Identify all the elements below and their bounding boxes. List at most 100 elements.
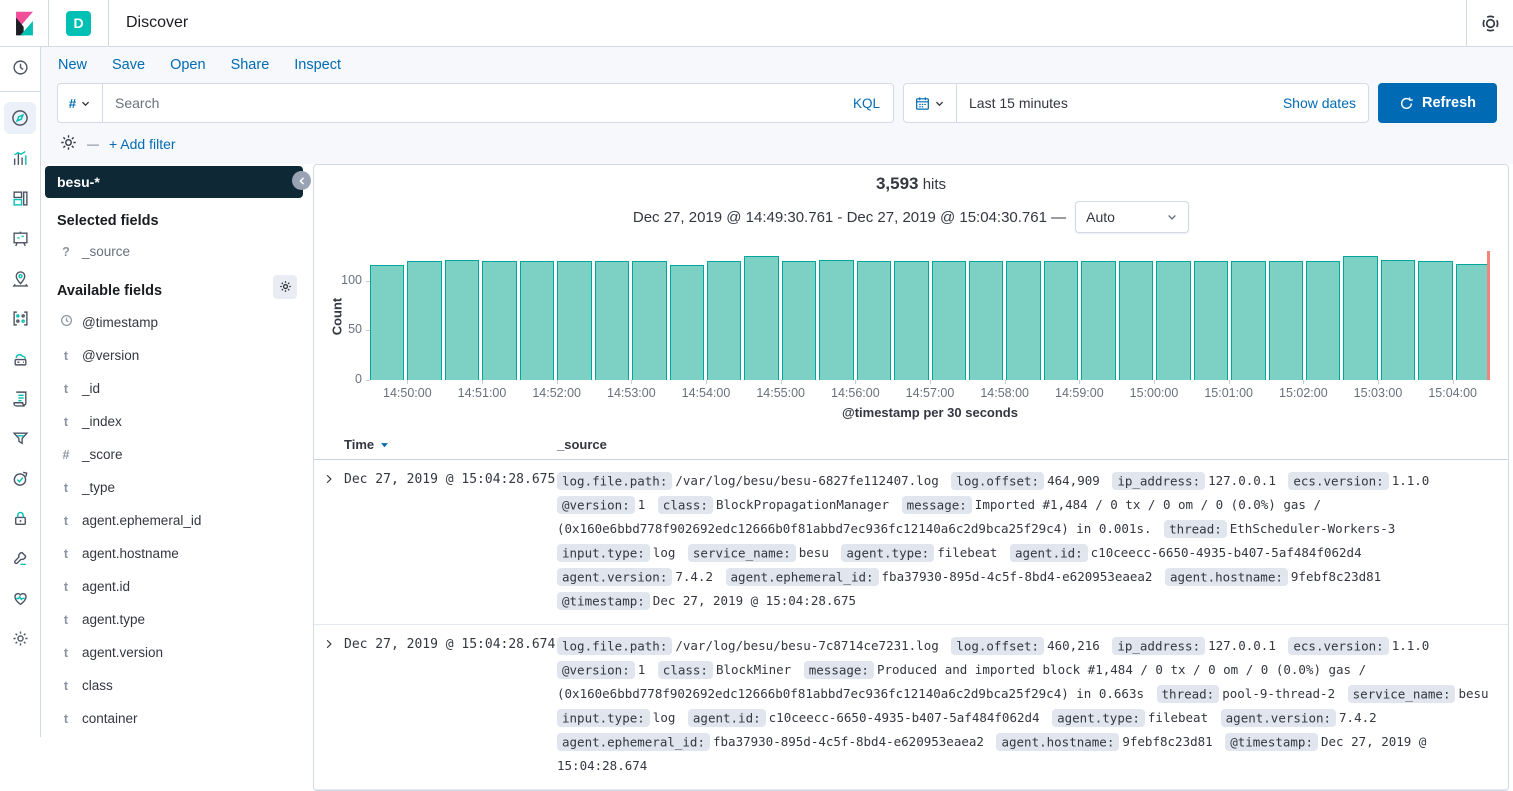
menu-share-button[interactable]: Share xyxy=(231,57,270,73)
histogram-bar[interactable] xyxy=(1044,261,1078,380)
histogram-bar[interactable] xyxy=(595,261,629,380)
histogram-bar[interactable] xyxy=(670,265,704,380)
nav-canvas[interactable] xyxy=(4,222,36,254)
field-item-container[interactable]: tcontainer xyxy=(45,702,303,735)
histogram-bar[interactable] xyxy=(707,261,741,380)
histogram-plot[interactable] xyxy=(370,251,1490,380)
field-item-agent.version[interactable]: tagent.version xyxy=(45,636,303,669)
field-item-_score[interactable]: #_score xyxy=(45,438,303,471)
field-item-@version[interactable]: t@version xyxy=(45,339,303,372)
field-item-agent.hostname[interactable]: tagent.hostname xyxy=(45,537,303,570)
nav-apm[interactable] xyxy=(4,422,36,454)
menu-save-button[interactable]: Save xyxy=(112,57,145,73)
histogram-bar[interactable] xyxy=(1006,261,1040,380)
search-input[interactable] xyxy=(103,84,840,122)
show-dates-button[interactable]: Show dates xyxy=(1271,84,1368,122)
nav-maps[interactable] xyxy=(4,262,36,294)
kibana-logo[interactable] xyxy=(0,10,48,37)
index-pattern-selector[interactable]: besu-* xyxy=(45,166,303,198)
nav-machine-learning[interactable] xyxy=(4,302,36,334)
expand-row-button[interactable] xyxy=(314,634,344,778)
menu-inspect-button[interactable]: Inspect xyxy=(294,57,341,73)
field-key-badge: @version: xyxy=(557,496,635,514)
nav-stack-monitoring[interactable] xyxy=(4,582,36,614)
nav-rail xyxy=(0,47,41,737)
x-tick-mark xyxy=(557,380,558,384)
field-key-badge: ecs.version: xyxy=(1288,472,1388,490)
histogram-bar[interactable] xyxy=(744,256,778,380)
histogram-bar[interactable] xyxy=(482,261,516,380)
field-item-agent.id[interactable]: tagent.id xyxy=(45,570,303,603)
field-item-@timestamp[interactable]: @timestamp xyxy=(45,305,303,339)
field-item-_type[interactable]: t_type xyxy=(45,471,303,504)
filter-options-gear-button[interactable] xyxy=(60,134,77,154)
menu-new-button[interactable]: New xyxy=(58,57,87,73)
nav-logs[interactable] xyxy=(4,382,36,414)
histogram-bar[interactable] xyxy=(520,261,554,380)
time-range-value[interactable]: Last 15 minutes xyxy=(957,84,1271,122)
add-filter-button[interactable]: + Add filter xyxy=(109,136,176,152)
histogram-bar[interactable] xyxy=(1156,261,1190,380)
header-divider xyxy=(108,0,109,46)
histogram-bar[interactable] xyxy=(894,261,928,380)
field-item-_id[interactable]: t_id xyxy=(45,372,303,405)
histogram-bar[interactable] xyxy=(1343,256,1377,380)
nav-management[interactable] xyxy=(4,622,36,654)
field-key-badge: log.file.path: xyxy=(557,637,672,655)
field-value: filebeat xyxy=(937,545,997,560)
histogram-bar[interactable] xyxy=(632,261,666,380)
histogram-bar[interactable] xyxy=(782,261,816,380)
refresh-button[interactable]: Refresh xyxy=(1378,83,1497,123)
menu-open-button[interactable]: Open xyxy=(170,57,205,73)
x-tick-mark xyxy=(930,380,931,384)
histogram-bar[interactable] xyxy=(1231,261,1265,380)
nav-dashboard[interactable] xyxy=(4,182,36,214)
field-name: @timestamp xyxy=(82,315,158,330)
string-field-icon: t xyxy=(59,712,73,726)
nav-uptime[interactable] xyxy=(4,462,36,494)
histogram-bar[interactable] xyxy=(1418,261,1452,380)
interval-select[interactable]: Auto xyxy=(1075,201,1189,233)
field-item-agent.type[interactable]: tagent.type xyxy=(45,603,303,636)
field-key-badge: agent.id: xyxy=(688,709,766,727)
histogram-bar[interactable] xyxy=(819,260,853,380)
histogram-bar[interactable] xyxy=(407,261,441,380)
field-item-agent.ephemeral_id[interactable]: tagent.ephemeral_id xyxy=(45,504,303,537)
collapse-sidebar-button[interactable] xyxy=(292,171,311,190)
help-menu-icon[interactable] xyxy=(1467,0,1513,46)
histogram-bar[interactable] xyxy=(1194,261,1228,380)
nav-siem[interactable] xyxy=(4,502,36,534)
histogram-bar[interactable] xyxy=(1306,261,1340,380)
calendar-button[interactable] xyxy=(904,84,957,122)
histogram-bar[interactable] xyxy=(969,261,1003,380)
histogram-bar[interactable] xyxy=(1381,260,1415,380)
field-item-_source[interactable]: ?_source xyxy=(45,235,303,268)
field-item-class[interactable]: tclass xyxy=(45,669,303,702)
expand-row-button[interactable] xyxy=(314,469,344,613)
histogram-bar[interactable] xyxy=(1269,261,1303,380)
histogram-bar[interactable] xyxy=(932,261,966,380)
field-name: _index xyxy=(82,414,122,429)
nav-recently-viewed[interactable] xyxy=(4,51,36,83)
field-settings-gear-button[interactable] xyxy=(273,275,297,299)
nav-dev-tools[interactable] xyxy=(4,542,36,574)
field-item-_index[interactable]: t_index xyxy=(45,405,303,438)
nav-visualize[interactable] xyxy=(4,142,36,174)
nav-discover[interactable] xyxy=(4,102,36,134)
field-value: BlockMiner xyxy=(716,662,791,677)
discover-main-panel: 3,593 hits Dec 27, 2019 @ 14:49:30.761 -… xyxy=(313,164,1509,791)
histogram-bar[interactable] xyxy=(1456,264,1490,380)
histogram-bar[interactable] xyxy=(1081,261,1115,380)
nav-metrics[interactable] xyxy=(4,342,36,374)
filter-set-menu-button[interactable]: # xyxy=(58,84,103,122)
histogram-bar[interactable] xyxy=(1119,261,1153,380)
field-key-badge: service_name: xyxy=(1348,685,1456,703)
histogram-bar[interactable] xyxy=(445,260,479,380)
kql-language-button[interactable]: KQL xyxy=(840,84,893,122)
field-key-badge: agent.hostname: xyxy=(996,733,1119,751)
histogram-bar[interactable] xyxy=(857,261,891,380)
time-column-header[interactable]: Time xyxy=(344,437,557,452)
histogram-bar[interactable] xyxy=(557,261,591,380)
y-tick-label: 100 xyxy=(332,273,362,287)
histogram-bar[interactable] xyxy=(370,265,404,380)
